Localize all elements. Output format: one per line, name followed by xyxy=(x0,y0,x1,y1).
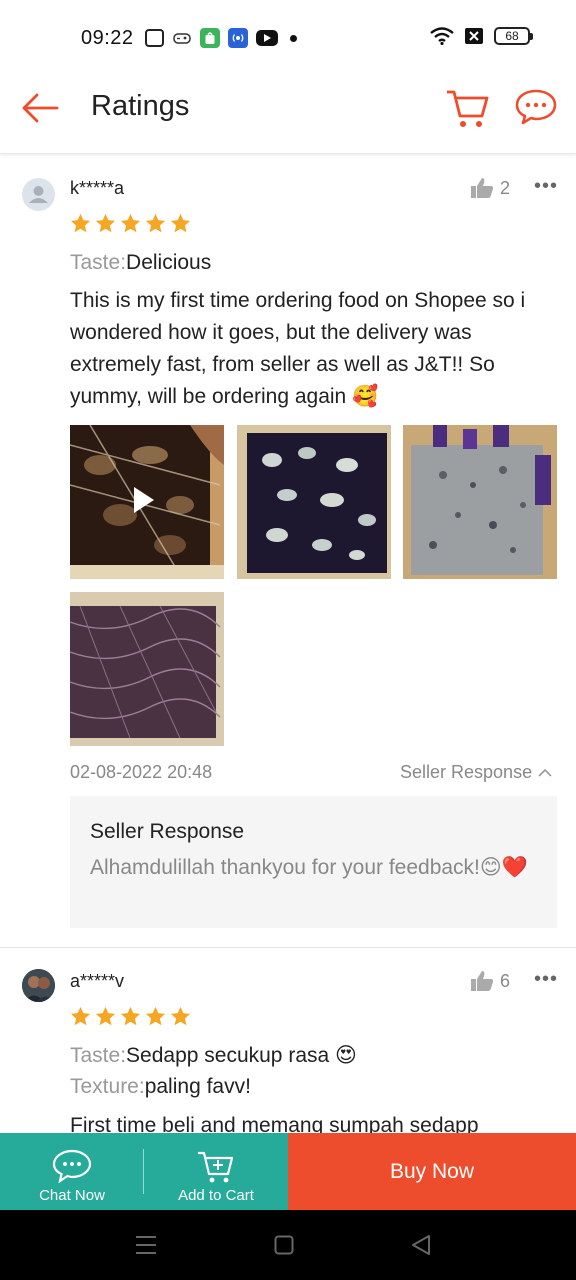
broadcast-app-icon xyxy=(228,28,248,48)
food-photo-image xyxy=(237,425,391,579)
like-button[interactable]: 6 xyxy=(470,970,510,992)
chevron-up-icon xyxy=(538,768,552,777)
wifi-icon xyxy=(430,27,454,45)
star-icon xyxy=(95,1006,116,1026)
add-to-cart-button[interactable]: Add to Cart xyxy=(144,1133,288,1210)
news-app-icon xyxy=(145,29,164,47)
review-video-thumbnail[interactable] xyxy=(70,425,224,579)
no-signal-icon xyxy=(465,28,483,44)
review-text: This is my first time ordering food on S… xyxy=(70,289,526,408)
page-title: Ratings xyxy=(91,90,190,122)
star-rating xyxy=(70,213,191,234)
shopee-app-icon xyxy=(200,28,220,48)
game-controller-icon xyxy=(172,28,192,48)
like-button[interactable]: 2 xyxy=(470,177,510,199)
seller-response-toggle[interactable]: Seller Response xyxy=(400,762,552,783)
cart-button[interactable] xyxy=(444,86,490,130)
default-user-icon xyxy=(29,186,48,203)
buy-now-button[interactable]: Buy Now xyxy=(288,1133,576,1210)
reviewer-name: k*****a xyxy=(70,178,125,198)
star-icon xyxy=(70,213,91,233)
battery-icon: 68 xyxy=(494,27,533,45)
chat-button[interactable] xyxy=(514,88,560,128)
system-nav-bar xyxy=(0,1210,576,1280)
star-icon xyxy=(145,213,166,233)
more-options-button[interactable]: ••• xyxy=(534,968,558,991)
chat-now-button[interactable]: Chat Now xyxy=(0,1133,144,1210)
reviewer-name: a*****v xyxy=(70,971,125,991)
home-icon[interactable] xyxy=(274,1235,294,1255)
more-options-button[interactable]: ••• xyxy=(534,175,558,198)
add-to-cart-label: Add to Cart xyxy=(178,1187,254,1204)
attribute-key: Texture: xyxy=(70,1075,145,1098)
thumbs-up-icon xyxy=(471,971,494,991)
system-icons: 68 xyxy=(430,27,533,45)
more-notifications-dot xyxy=(290,34,297,42)
food-photo-image xyxy=(403,425,557,579)
review-date: 02-08-2022 20:48 xyxy=(70,762,213,782)
avatar xyxy=(22,178,55,211)
back-button[interactable] xyxy=(20,88,60,128)
attribute-value: Sedapp secukup rasa 😍 xyxy=(126,1044,357,1067)
review-item: k*****a 2 ••• Taste:Delicious This is my… xyxy=(0,155,576,948)
attribute-key: Taste: xyxy=(70,251,127,274)
chat-now-label: Chat Now xyxy=(39,1187,105,1204)
star-icon xyxy=(170,1006,191,1026)
star-icon xyxy=(70,1006,91,1026)
bottom-action-bar: Chat Now Add to Cart Buy Now xyxy=(0,1133,576,1210)
app-header: Ratings xyxy=(0,76,576,154)
chat-bubble-icon xyxy=(515,89,557,125)
review-photo-thumbnail[interactable] xyxy=(237,425,391,579)
review-text: First time beli and memang sumpah sedapp xyxy=(70,1114,479,1133)
attribute-key: Taste: xyxy=(70,1044,127,1067)
food-photo-image xyxy=(70,592,224,746)
cart-icon xyxy=(447,90,489,127)
like-count: 2 xyxy=(500,177,511,198)
buy-now-label: Buy Now xyxy=(389,1159,475,1183)
play-icon xyxy=(134,487,154,513)
user-photo-image xyxy=(22,969,55,1002)
star-rating xyxy=(70,1006,191,1027)
divider xyxy=(143,1149,144,1194)
status-bar: 09:22 68 xyxy=(0,0,576,76)
review-photo-thumbnail[interactable] xyxy=(403,425,557,579)
thumbs-up-icon xyxy=(471,178,494,198)
seller-response-toggle-label: Seller Response xyxy=(400,762,533,782)
star-icon xyxy=(170,213,191,233)
add-to-cart-icon xyxy=(198,1151,234,1183)
back-arrow-icon xyxy=(22,93,59,123)
avatar xyxy=(22,969,55,1002)
star-icon xyxy=(120,213,141,233)
review-attribute: Taste:Delicious xyxy=(70,251,211,275)
status-time: 09:22 xyxy=(81,27,134,49)
menu-icon[interactable] xyxy=(135,1235,157,1255)
notification-icons xyxy=(145,28,297,48)
review-attribute: Taste:Sedapp secukup rasa 😍 xyxy=(70,1043,357,1068)
back-icon[interactable] xyxy=(411,1234,431,1256)
review-photo-thumbnail[interactable] xyxy=(70,592,224,746)
star-icon xyxy=(145,1006,166,1026)
review-item: a*****v 6 ••• Taste:Sedapp secukup rasa … xyxy=(0,948,576,1133)
youtube-icon xyxy=(256,30,278,46)
chat-bubble-icon xyxy=(52,1149,92,1183)
star-icon xyxy=(120,1006,141,1026)
seller-response-box: Seller Response Alhamdulillah thankyou f… xyxy=(70,796,557,928)
review-attribute: Texture:paling favv! xyxy=(70,1075,251,1099)
like-count: 6 xyxy=(500,970,511,991)
attribute-value: Delicious xyxy=(126,251,212,274)
attribute-value: paling favv! xyxy=(144,1075,251,1098)
seller-response-text: Alhamdulillah thankyou for your feedback… xyxy=(90,856,528,879)
star-icon xyxy=(95,213,116,233)
seller-response-title: Seller Response xyxy=(90,820,245,843)
